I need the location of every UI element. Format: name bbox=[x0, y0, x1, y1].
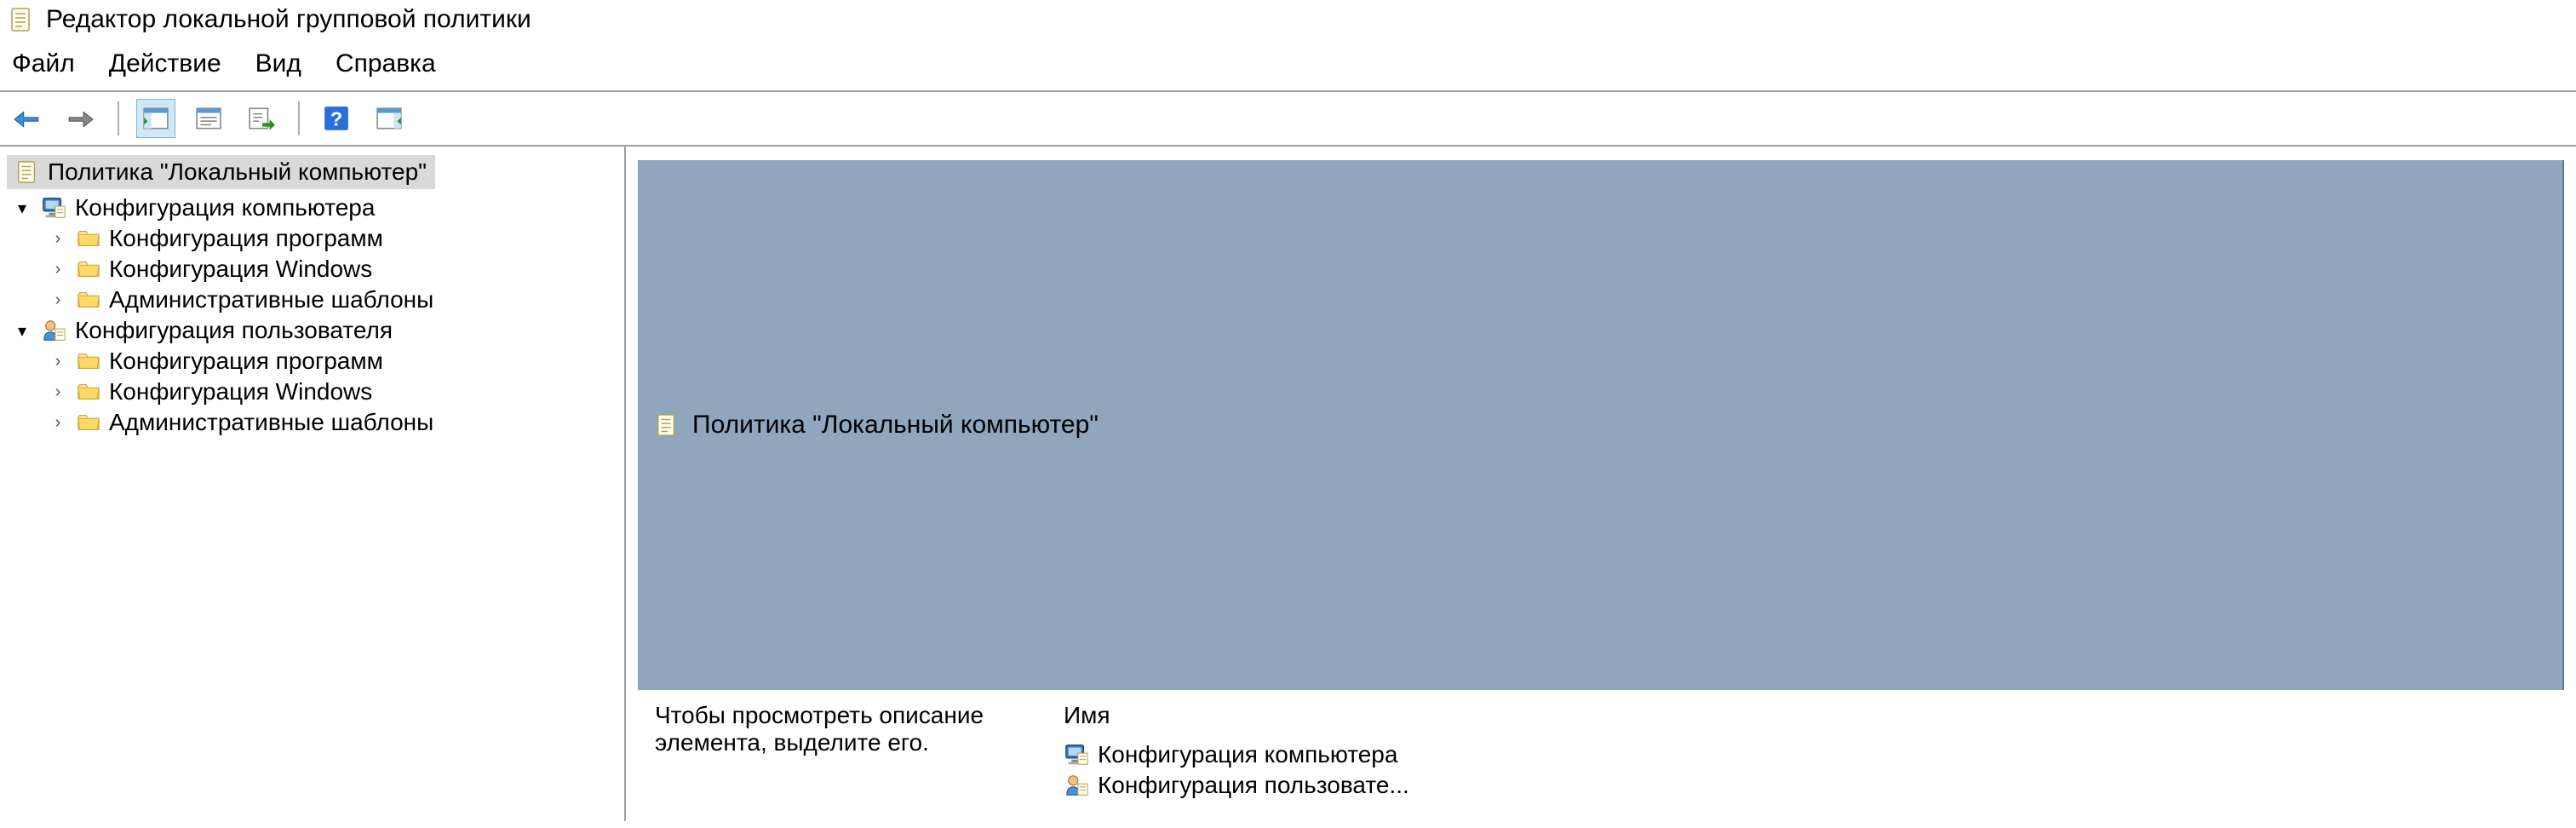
computer-config-icon bbox=[41, 195, 66, 221]
tree-item-user-software[interactable]: › Конфигурация программ bbox=[48, 346, 617, 377]
arrow-left-icon bbox=[14, 105, 42, 132]
toolbar-separator bbox=[118, 101, 119, 135]
tree-item-label: Конфигурация программ bbox=[109, 348, 383, 375]
menubar: Файл Действие Вид Справка bbox=[0, 46, 2576, 92]
tree-item-label: Конфигурация Windows bbox=[109, 378, 372, 405]
list-item-label: Конфигурация пользовате... bbox=[1098, 772, 1409, 799]
tree-item-label: Административные шаблоны bbox=[109, 286, 433, 313]
toolbar-separator bbox=[298, 101, 300, 135]
policy-icon bbox=[15, 160, 39, 184]
chevron-right-icon[interactable]: › bbox=[48, 412, 68, 433]
tree-item-user-windows[interactable]: › Конфигурация Windows bbox=[48, 377, 617, 407]
detail-header-title: Политика "Локальный компьютер" bbox=[692, 411, 1099, 440]
titlebar: Редактор локальной групповой политики bbox=[0, 0, 2576, 46]
window-title: Редактор локальной групповой политики bbox=[46, 5, 531, 34]
chevron-down-icon[interactable]: ▾ bbox=[12, 320, 32, 341]
policy-icon bbox=[655, 413, 679, 437]
forward-button[interactable] bbox=[61, 99, 100, 138]
show-tree-button[interactable] bbox=[136, 99, 175, 138]
help-icon bbox=[323, 105, 350, 132]
column-header-name[interactable]: Имя bbox=[1064, 702, 2547, 729]
folder-icon bbox=[77, 257, 100, 281]
tree-item-user-admin[interactable]: › Административные шаблоны bbox=[48, 407, 617, 438]
detail-list: Имя Конфигурация компьютера Конфигурация… bbox=[1064, 702, 2547, 801]
detail-pane: Политика "Локальный компьютер" Чтобы про… bbox=[626, 147, 2576, 821]
menu-view[interactable]: Вид bbox=[255, 49, 301, 78]
chevron-down-icon[interactable]: ▾ bbox=[12, 198, 32, 218]
detail-body: Чтобы просмотреть описание элемента, выд… bbox=[638, 690, 2564, 813]
list-item-label: Конфигурация компьютера bbox=[1098, 741, 1397, 768]
menu-action[interactable]: Действие bbox=[109, 49, 221, 78]
tree-item-label: Конфигурация Windows bbox=[109, 256, 372, 283]
folder-icon bbox=[77, 349, 100, 373]
menu-file[interactable]: Файл bbox=[12, 49, 75, 78]
folder-icon bbox=[77, 227, 100, 250]
folder-icon bbox=[77, 411, 100, 434]
tree-item-label: Конфигурация программ bbox=[109, 225, 383, 252]
toolbar bbox=[0, 92, 2576, 147]
tree-pane-icon bbox=[142, 105, 169, 132]
chevron-right-icon[interactable]: › bbox=[48, 259, 68, 279]
chevron-right-icon[interactable]: › bbox=[48, 290, 68, 310]
tree-item-computer-windows[interactable]: › Конфигурация Windows bbox=[48, 254, 617, 285]
action-pane-icon bbox=[376, 105, 403, 132]
user-config-icon bbox=[41, 318, 66, 343]
back-button[interactable] bbox=[9, 99, 48, 138]
properties-icon bbox=[195, 105, 222, 132]
tree-item-user-config[interactable]: ▾ Конфигурация пользователя bbox=[12, 315, 617, 346]
export-icon bbox=[248, 105, 275, 132]
folder-icon bbox=[77, 288, 100, 312]
content-area: Политика "Локальный компьютер" ▾ Конфигу… bbox=[0, 147, 2576, 821]
folder-icon bbox=[77, 380, 100, 404]
tree-root[interactable]: Политика "Локальный компьютер" bbox=[7, 155, 435, 189]
properties-button[interactable] bbox=[189, 99, 228, 138]
help-button[interactable] bbox=[317, 99, 356, 138]
detail-header: Политика "Локальный компьютер" bbox=[638, 160, 2564, 690]
tree-item-computer-config[interactable]: ▾ Конфигурация компьютера bbox=[12, 193, 617, 223]
description-text: Чтобы просмотреть описание элемента, выд… bbox=[655, 702, 1013, 801]
tree-item-computer-software[interactable]: › Конфигурация программ bbox=[48, 223, 617, 254]
app-icon bbox=[9, 7, 34, 32]
tree-item-label: Административные шаблоны bbox=[109, 409, 433, 436]
chevron-right-icon[interactable]: › bbox=[48, 351, 68, 371]
chevron-right-icon[interactable]: › bbox=[48, 228, 68, 249]
user-config-icon bbox=[1064, 773, 1089, 798]
tree-item-label: Конфигурация компьютера bbox=[75, 194, 375, 221]
arrow-right-icon bbox=[67, 105, 95, 132]
tree-item-label: Конфигурация пользователя bbox=[75, 317, 393, 344]
show-actionpane-button[interactable] bbox=[370, 99, 409, 138]
list-item-user-config[interactable]: Конфигурация пользовате... bbox=[1064, 770, 2547, 801]
chevron-right-icon[interactable]: › bbox=[48, 382, 68, 402]
menu-help[interactable]: Справка bbox=[336, 49, 436, 78]
computer-config-icon bbox=[1064, 742, 1089, 768]
export-list-button[interactable] bbox=[242, 99, 281, 138]
list-item-computer-config[interactable]: Конфигурация компьютера bbox=[1064, 739, 2547, 770]
tree-pane: Политика "Локальный компьютер" ▾ Конфигу… bbox=[0, 147, 626, 821]
tree-item-computer-admin[interactable]: › Административные шаблоны bbox=[48, 285, 617, 315]
tree-root-label: Политика "Локальный компьютер" bbox=[48, 158, 427, 186]
